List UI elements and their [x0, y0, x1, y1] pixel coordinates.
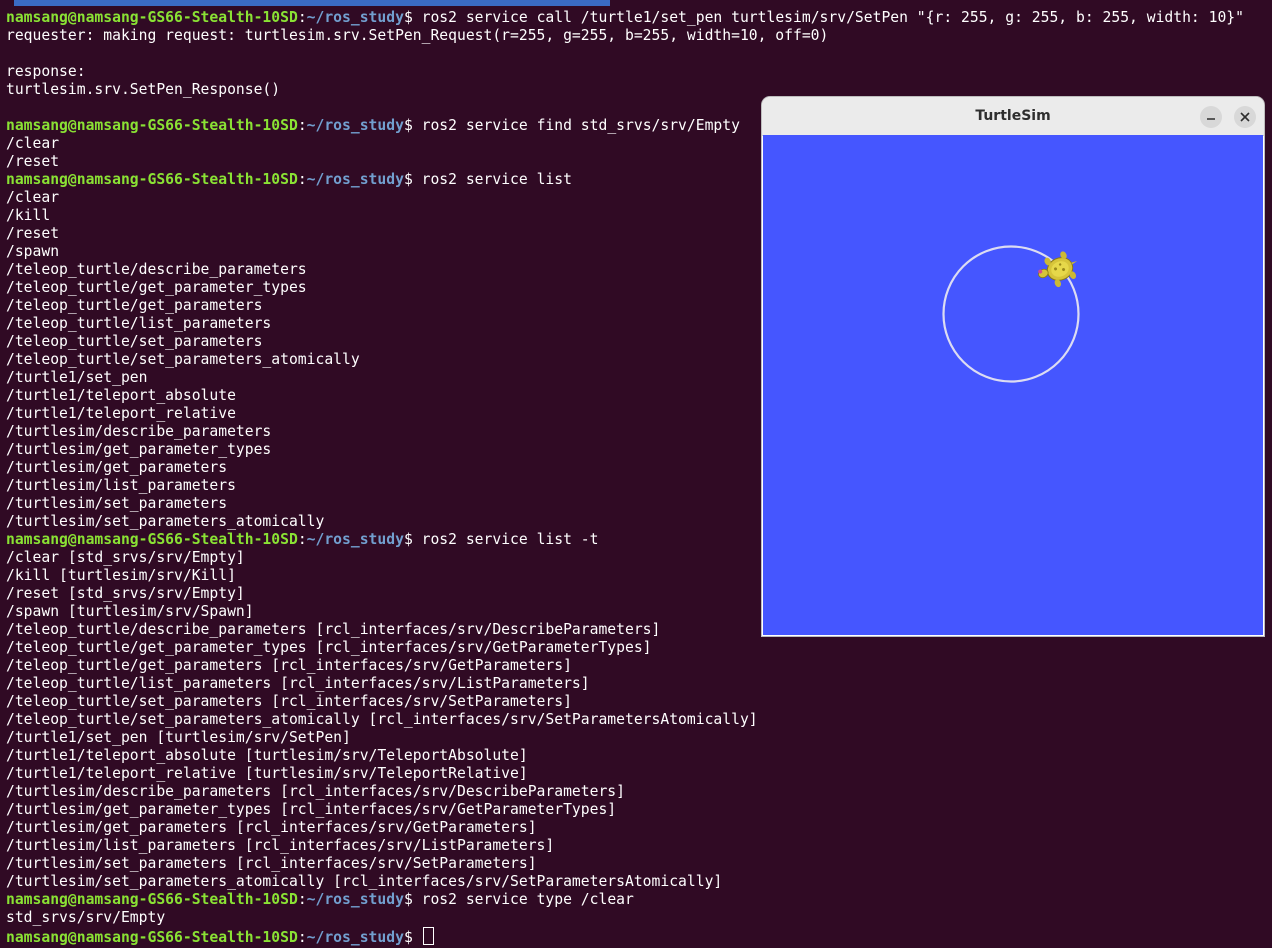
prompt-separator: : — [297, 9, 307, 26]
output-line: /turtle1/set_pen [turtlesim/srv/SetPen] — [6, 729, 351, 746]
prompt-separator: : — [297, 891, 307, 908]
prompt-path: ~/ros_study — [306, 891, 404, 908]
output-line: /teleop_turtle/set_parameters [rcl_inter… — [6, 693, 572, 710]
output-line: /turtlesim/set_parameters_atomically [rc… — [6, 873, 723, 890]
output-line: /turtlesim/get_parameter_types [rcl_inte… — [6, 801, 617, 818]
command-text: ros2 service type /clear — [421, 891, 634, 908]
output-line: /teleop_turtle/set_parameters_atomically… — [6, 711, 758, 728]
turtlesim-canvas — [763, 135, 1263, 635]
prompt-separator: : — [297, 531, 307, 548]
prompt-symbol: $ — [403, 171, 422, 188]
prompt-user: namsang@namsang-GS66-Stealth-10SD — [6, 171, 298, 188]
output-line: /turtlesim/get_parameters [rcl_interface… — [6, 819, 537, 836]
command-line: namsang@namsang-GS66-Stealth-10SD:~/ros_… — [6, 891, 1244, 909]
command-text: ros2 service call /turtle1/set_pen turtl… — [421, 9, 1244, 26]
terminal-scroll-indicator — [14, 0, 610, 6]
prompt-separator: : — [297, 117, 307, 134]
command-text: ros2 service list -t — [421, 531, 599, 548]
output-line: requester: making request: turtlesim.srv… — [6, 27, 829, 44]
prompt-path: ~/ros_study — [306, 531, 404, 548]
prompt-path: ~/ros_study — [306, 9, 404, 26]
prompt-user: namsang@namsang-GS66-Stealth-10SD — [6, 929, 298, 946]
command-line: namsang@namsang-GS66-Stealth-10SD:~/ros_… — [6, 9, 1244, 27]
prompt-symbol: $ — [403, 531, 422, 548]
minimize-icon — [1207, 118, 1215, 120]
turtlesim-drawing — [942, 245, 1080, 383]
output-line: /teleop_turtle/get_parameter_types [rcl_… — [6, 639, 652, 656]
turtlesim-titlebar[interactable]: TurtleSim — [762, 97, 1264, 136]
prompt-user: namsang@namsang-GS66-Stealth-10SD — [6, 891, 298, 908]
minimize-button[interactable] — [1200, 106, 1222, 128]
output-line: std_srvs/srv/Empty — [6, 909, 166, 926]
command-text: ros2 service list — [421, 171, 572, 188]
output-line: /turtlesim/list_parameters [rcl_interfac… — [6, 837, 555, 854]
prompt-symbol: $ — [403, 891, 422, 908]
output-line: /turtle1/teleport_relative [turtlesim/sr… — [6, 765, 528, 782]
output-line: /teleop_turtle/list_parameters [rcl_inte… — [6, 675, 590, 692]
prompt-path: ~/ros_study — [306, 171, 404, 188]
prompt-user: namsang@namsang-GS66-Stealth-10SD — [6, 9, 298, 26]
prompt-symbol: $ — [403, 9, 422, 26]
close-icon — [1240, 112, 1250, 122]
close-button[interactable] — [1234, 106, 1256, 128]
prompt-path: ~/ros_study — [306, 929, 404, 946]
prompt-separator: : — [297, 929, 307, 946]
prompt-path: ~/ros_study — [306, 117, 404, 134]
prompt-symbol: $ — [403, 117, 422, 134]
turtlesim-window[interactable]: TurtleSim — [762, 97, 1264, 636]
prompt-separator: : — [297, 171, 307, 188]
output-line: /turtle1/teleport_absolute [turtlesim/sr… — [6, 747, 528, 764]
output-line: /turtlesim/set_parameters [rcl_interface… — [6, 855, 537, 872]
command-text: ros2 service find std_srvs/srv/Empty — [421, 117, 740, 134]
turtlesim-title: TurtleSim — [975, 108, 1051, 124]
prompt-user: namsang@namsang-GS66-Stealth-10SD — [6, 531, 298, 548]
prompt-symbol: $ — [403, 929, 422, 946]
active-prompt-line: namsang@namsang-GS66-Stealth-10SD:~/ros_… — [6, 927, 1244, 946]
prompt-user: namsang@namsang-GS66-Stealth-10SD — [6, 117, 298, 134]
output-line: /teleop_turtle/get_parameters [rcl_inter… — [6, 657, 572, 674]
output-line: response: — [6, 63, 86, 80]
output-line: /turtlesim/describe_parameters [rcl_inte… — [6, 783, 625, 800]
text-cursor[interactable] — [422, 927, 434, 945]
